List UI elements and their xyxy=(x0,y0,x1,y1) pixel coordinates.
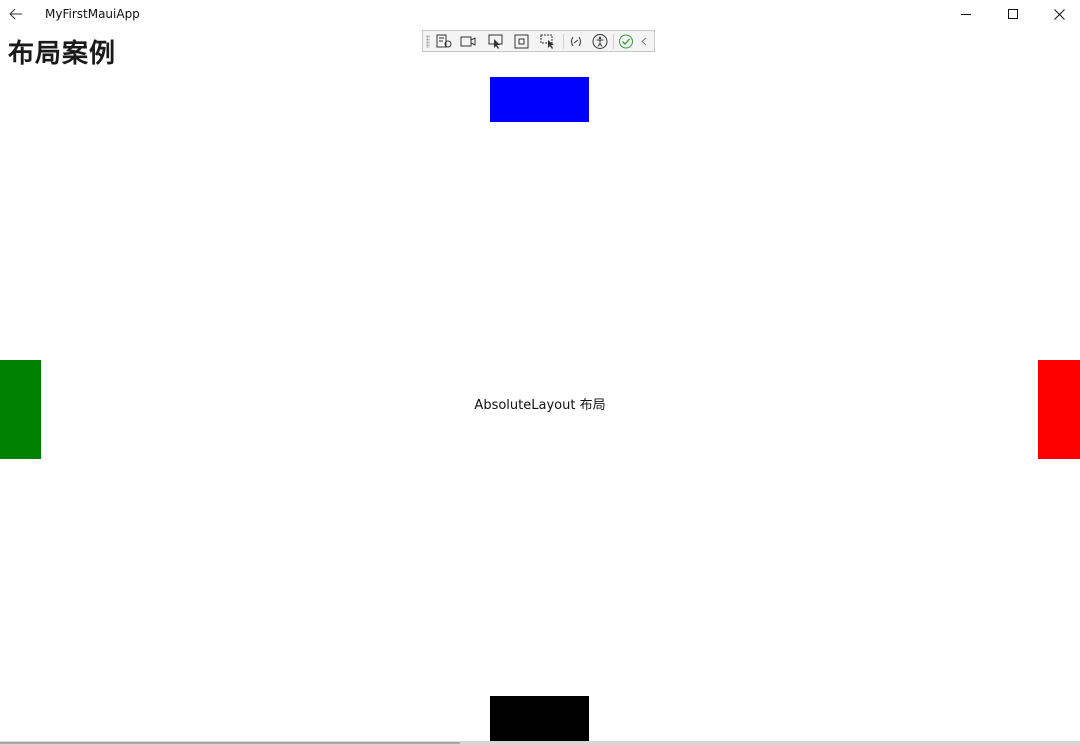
horizontal-scrollbar[interactable] xyxy=(0,741,1080,745)
back-button[interactable] xyxy=(0,0,32,30)
left-green-box xyxy=(0,360,41,459)
debug-toolbar xyxy=(422,30,655,52)
layout-adorners-button[interactable] xyxy=(513,33,531,50)
display-layout-adorners-icon xyxy=(514,34,529,49)
track-focus-icon xyxy=(540,34,554,49)
page-title: 布局案例 xyxy=(8,39,117,69)
binding-failures-icon xyxy=(571,36,581,47)
minimize-icon xyxy=(961,14,971,15)
center-label: AbsoluteLayout 布局 xyxy=(474,398,606,413)
maximize-button[interactable] xyxy=(990,0,1036,30)
minimize-button[interactable] xyxy=(943,0,989,30)
ok-status-icon xyxy=(619,34,633,49)
scrollbar-thumb[interactable] xyxy=(0,742,460,744)
accessibility-icon xyxy=(592,34,608,49)
right-red-box xyxy=(1038,360,1080,459)
accessibility-button[interactable] xyxy=(591,33,609,50)
app-title: MyFirstMauiApp xyxy=(45,7,140,21)
record-icon xyxy=(460,36,476,47)
collapse-toolbar-button[interactable] xyxy=(637,33,651,50)
select-element-button[interactable] xyxy=(487,33,505,50)
maximize-icon xyxy=(1008,9,1018,19)
record-button[interactable] xyxy=(459,33,477,50)
bottom-black-box xyxy=(490,696,589,741)
binding-failures-button[interactable] xyxy=(567,33,585,50)
select-element-icon xyxy=(488,34,503,49)
close-icon xyxy=(1054,9,1065,20)
toolbar-separator xyxy=(563,34,564,49)
title-bar: MyFirstMauiApp xyxy=(0,0,1080,30)
close-button[interactable] xyxy=(1036,0,1080,30)
toolbar-grip[interactable] xyxy=(426,35,430,48)
toolbar-separator xyxy=(613,34,614,49)
live-visual-tree-button[interactable] xyxy=(435,33,453,50)
collapse-icon xyxy=(641,37,647,46)
track-focus-button[interactable] xyxy=(539,33,557,50)
top-blue-box xyxy=(490,77,589,122)
live-visual-tree-icon xyxy=(436,34,452,48)
back-arrow-icon xyxy=(9,8,22,20)
status-ok-button[interactable] xyxy=(617,33,635,50)
